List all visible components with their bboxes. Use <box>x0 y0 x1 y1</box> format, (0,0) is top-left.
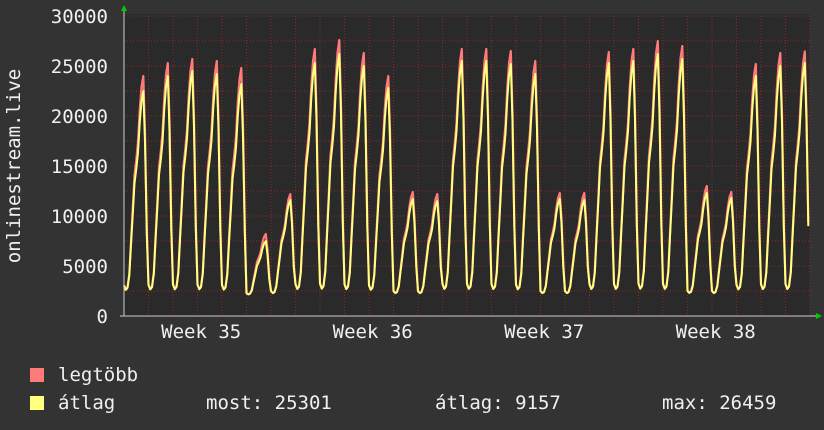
y-tick-label: 0 <box>97 306 108 328</box>
y-tick-label: 30000 <box>51 6 108 28</box>
legend-swatch-max <box>30 368 44 382</box>
legend-swatch-avg <box>30 396 44 410</box>
x-tick-label: Week 36 <box>333 321 413 343</box>
legend-label-max: legtöbb <box>58 364 139 386</box>
x-tick-label: Week 35 <box>161 321 241 343</box>
x-tick-labels: Week 35 Week 36 Week 37 Week 38 <box>161 321 756 343</box>
stat-max: max: 26459 <box>662 392 777 414</box>
y-axis-label: onlinestream.live <box>3 69 25 263</box>
x-axis-arrow-icon <box>816 313 822 319</box>
legend-item-max: legtöbb <box>30 364 138 386</box>
y-tick-label: 15000 <box>51 156 108 178</box>
stat-average: átlag: 9157 <box>435 392 561 414</box>
legend-item-avg: átlag <box>30 392 115 414</box>
x-tick-label: Week 37 <box>504 321 584 343</box>
y-tick-label: 20000 <box>51 106 108 128</box>
y-axis-arrow-icon <box>121 5 127 11</box>
stat-current: most: 25301 <box>206 392 332 414</box>
chart-svg: 050001000015000200002500030000 Week 35 We… <box>3 5 822 343</box>
y-tick-labels: 0 5000 10000 15000 20000 25000 30000 <box>51 6 108 328</box>
y-tick-label: 25000 <box>51 56 108 78</box>
y-tick-label: 5000 <box>62 256 108 278</box>
legend-label-avg: átlag <box>58 392 116 414</box>
x-tick-label: Week 38 <box>676 321 756 343</box>
y-tick-label: 10000 <box>51 206 108 228</box>
